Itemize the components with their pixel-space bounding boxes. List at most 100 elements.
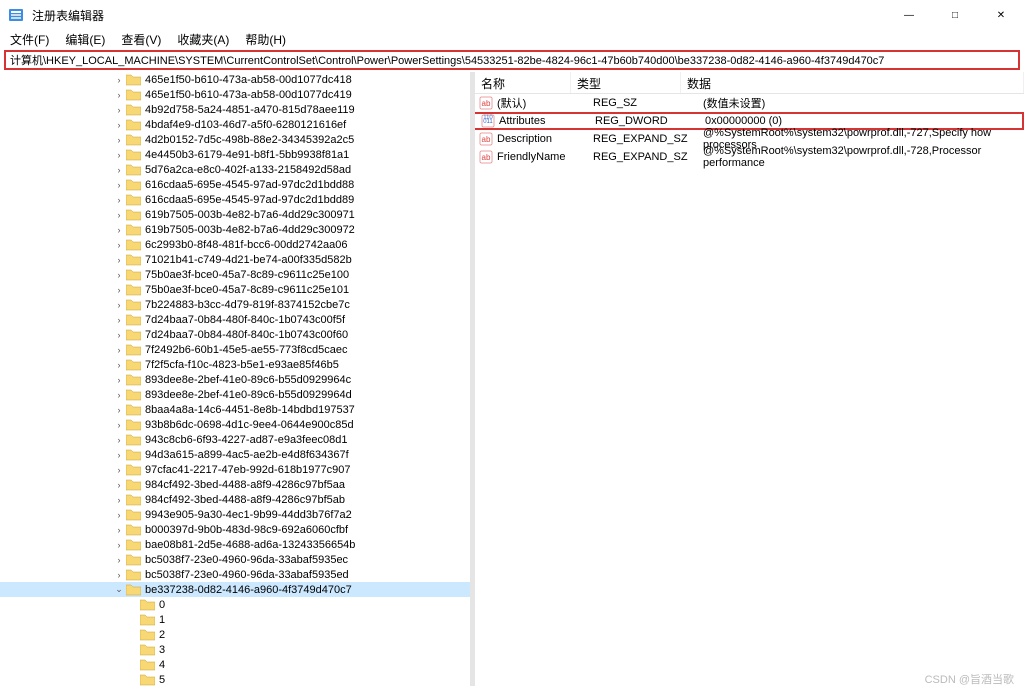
tree-twisty[interactable]: › <box>112 388 126 402</box>
tree-item[interactable]: ›93b8b6dc-0698-4d1c-9ee4-0644e900c85d <box>0 417 470 432</box>
tree-item[interactable]: ›943c8cb6-6f93-4227-ad87-e9a3feec08d1 <box>0 432 470 447</box>
tree-twisty[interactable] <box>126 673 140 687</box>
tree-item[interactable]: ›984cf492-3bed-4488-a8f9-4286c97bf5aa <box>0 477 470 492</box>
tree-pane[interactable]: ›465e1f50-b610-473a-ab58-00d1077dc418 ›4… <box>0 72 470 686</box>
tree-item[interactable]: 2 <box>0 627 470 642</box>
folder-icon <box>140 629 155 641</box>
tree-twisty[interactable] <box>126 628 140 642</box>
tree-item[interactable]: 4 <box>0 657 470 672</box>
menu-edit[interactable]: 编辑(E) <box>59 29 111 50</box>
tree-item[interactable]: ›8baa4a8a-14c6-4451-8e8b-14bdbd197537 <box>0 402 470 417</box>
tree-twisty[interactable] <box>126 613 140 627</box>
tree-twisty[interactable]: › <box>112 313 126 327</box>
tree-twisty[interactable]: › <box>112 568 126 582</box>
tree-twisty[interactable]: › <box>112 163 126 177</box>
tree-twisty[interactable]: › <box>112 148 126 162</box>
list-pane[interactable]: 名称 类型 数据 ab (默认) REG_SZ (数值未设置) 011110 A… <box>475 72 1024 686</box>
tree-twisty[interactable]: › <box>112 463 126 477</box>
close-button[interactable]: ✕ <box>978 0 1024 30</box>
tree-item[interactable]: ›bc5038f7-23e0-4960-96da-33abaf5935ed <box>0 567 470 582</box>
tree-item[interactable]: ›893dee8e-2bef-41e0-89c6-b55d0929964c <box>0 372 470 387</box>
tree-twisty[interactable]: › <box>112 358 126 372</box>
tree-item[interactable]: 0 <box>0 597 470 612</box>
tree-twisty[interactable]: › <box>112 118 126 132</box>
tree-twisty[interactable]: › <box>112 193 126 207</box>
col-header-name[interactable]: 名称 <box>475 72 571 93</box>
tree-twisty[interactable]: › <box>112 73 126 87</box>
tree-twisty[interactable]: › <box>112 283 126 297</box>
tree-twisty[interactable]: › <box>112 178 126 192</box>
tree-item[interactable]: ›4e4450b3-6179-4e91-b8f1-5bb9938f81a1 <box>0 147 470 162</box>
tree-twisty[interactable]: › <box>112 133 126 147</box>
list-row[interactable]: ab (默认) REG_SZ (数值未设置) <box>475 94 1024 112</box>
tree-item[interactable]: ›71021b41-c749-4d21-be74-a00f335d582b <box>0 252 470 267</box>
tree-twisty[interactable]: › <box>112 448 126 462</box>
tree-item[interactable]: ›619b7505-003b-4e82-b7a6-4dd29c300971 <box>0 207 470 222</box>
tree-twisty[interactable]: › <box>112 88 126 102</box>
tree-item[interactable]: ›619b7505-003b-4e82-b7a6-4dd29c300972 <box>0 222 470 237</box>
tree-twisty[interactable]: › <box>112 298 126 312</box>
tree-twisty[interactable] <box>126 643 140 657</box>
tree-twisty[interactable]: › <box>112 553 126 567</box>
tree-item[interactable]: ›7f2f5cfa-f10c-4823-b5e1-e93ae85f46b5 <box>0 357 470 372</box>
tree-twisty[interactable]: › <box>112 268 126 282</box>
tree-twisty[interactable]: › <box>112 508 126 522</box>
tree-item[interactable]: ›465e1f50-b610-473a-ab58-00d1077dc419 <box>0 87 470 102</box>
tree-item[interactable]: ›7d24baa7-0b84-480f-840c-1b0743c00f5f <box>0 312 470 327</box>
tree-twisty[interactable]: › <box>112 223 126 237</box>
tree-twisty[interactable]: › <box>112 253 126 267</box>
tree-item[interactable]: ›7d24baa7-0b84-480f-840c-1b0743c00f60 <box>0 327 470 342</box>
tree-item[interactable]: 5 <box>0 672 470 686</box>
tree-item[interactable]: ›5d76a2ca-e8c0-402f-a133-2158492d58ad <box>0 162 470 177</box>
col-header-data[interactable]: 数据 <box>681 72 1024 93</box>
tree-item[interactable]: ›7b224883-b3cc-4d79-819f-8374152cbe7c <box>0 297 470 312</box>
tree-item[interactable]: ›616cdaa5-695e-4545-97ad-97dc2d1bdd88 <box>0 177 470 192</box>
tree-item[interactable]: ›465e1f50-b610-473a-ab58-00d1077dc418 <box>0 72 470 87</box>
tree-twisty[interactable]: › <box>112 523 126 537</box>
tree-item[interactable]: ›6c2993b0-8f48-481f-bcc6-00dd2742aa06 <box>0 237 470 252</box>
tree-item[interactable]: ›984cf492-3bed-4488-a8f9-4286c97bf5ab <box>0 492 470 507</box>
tree-twisty[interactable]: › <box>112 493 126 507</box>
tree-twisty[interactable]: › <box>112 418 126 432</box>
tree-twisty[interactable] <box>126 658 140 672</box>
tree-item[interactable]: ›bc5038f7-23e0-4960-96da-33abaf5935ec <box>0 552 470 567</box>
tree-twisty[interactable] <box>126 598 140 612</box>
minimize-button[interactable]: — <box>886 0 932 30</box>
tree-item[interactable]: ›bae08b81-2d5e-4688-ad6a-13243356654b <box>0 537 470 552</box>
tree-twisty[interactable]: › <box>112 208 126 222</box>
tree-item[interactable]: ›4bdaf4e9-d103-46d7-a5f0-6280121616ef <box>0 117 470 132</box>
tree-item-selected[interactable]: ⌄be337238-0d82-4146-a960-4f3749d470c7 <box>0 582 470 597</box>
tree-twisty[interactable]: ⌄ <box>112 583 126 597</box>
tree-item[interactable]: ›616cdaa5-695e-4545-97ad-97dc2d1bdd89 <box>0 192 470 207</box>
tree-item[interactable]: 3 <box>0 642 470 657</box>
tree-twisty[interactable]: › <box>112 103 126 117</box>
tree-item[interactable]: 1 <box>0 612 470 627</box>
tree-twisty[interactable]: › <box>112 328 126 342</box>
tree-twisty[interactable]: › <box>112 238 126 252</box>
tree-twisty[interactable]: › <box>112 403 126 417</box>
maximize-button[interactable]: □ <box>932 0 978 30</box>
menu-help[interactable]: 帮助(H) <box>239 29 292 50</box>
tree-twisty[interactable]: › <box>112 343 126 357</box>
tree-item[interactable]: ›97cfac41-2217-47eb-992d-618b1977c907 <box>0 462 470 477</box>
tree-item[interactable]: ›4b92d758-5a24-4851-a470-815d78aee119 <box>0 102 470 117</box>
tree-item[interactable]: ›75b0ae3f-bce0-45a7-8c89-c9611c25e100 <box>0 267 470 282</box>
tree-twisty[interactable]: › <box>112 373 126 387</box>
tree-item[interactable]: ›893dee8e-2bef-41e0-89c6-b55d0929964d <box>0 387 470 402</box>
tree-twisty[interactable]: › <box>112 433 126 447</box>
col-header-type[interactable]: 类型 <box>571 72 681 93</box>
menu-favorites[interactable]: 收藏夹(A) <box>171 29 235 50</box>
menu-file[interactable]: 文件(F) <box>4 29 55 50</box>
value-icon: 011110 <box>481 114 495 128</box>
tree-item[interactable]: ›7f2492b6-60b1-45e5-ae55-773f8cd5caec <box>0 342 470 357</box>
tree-twisty[interactable]: › <box>112 538 126 552</box>
list-row[interactable]: ab FriendlyName REG_EXPAND_SZ @%SystemRo… <box>475 148 1024 166</box>
tree-item[interactable]: ›4d2b0152-7d5c-498b-88e2-34345392a2c5 <box>0 132 470 147</box>
tree-item[interactable]: ›b000397d-9b0b-483d-98c9-692a6060cfbf <box>0 522 470 537</box>
tree-item[interactable]: ›94d3a615-a899-4ac5-ae2b-e4d8f634367f <box>0 447 470 462</box>
tree-item[interactable]: ›9943e905-9a30-4ec1-9b99-44dd3b76f7a2 <box>0 507 470 522</box>
menu-view[interactable]: 查看(V) <box>115 29 167 50</box>
address-bar[interactable]: 计算机\HKEY_LOCAL_MACHINE\SYSTEM\CurrentCon… <box>4 50 1020 70</box>
tree-item[interactable]: ›75b0ae3f-bce0-45a7-8c89-c9611c25e101 <box>0 282 470 297</box>
tree-twisty[interactable]: › <box>112 478 126 492</box>
